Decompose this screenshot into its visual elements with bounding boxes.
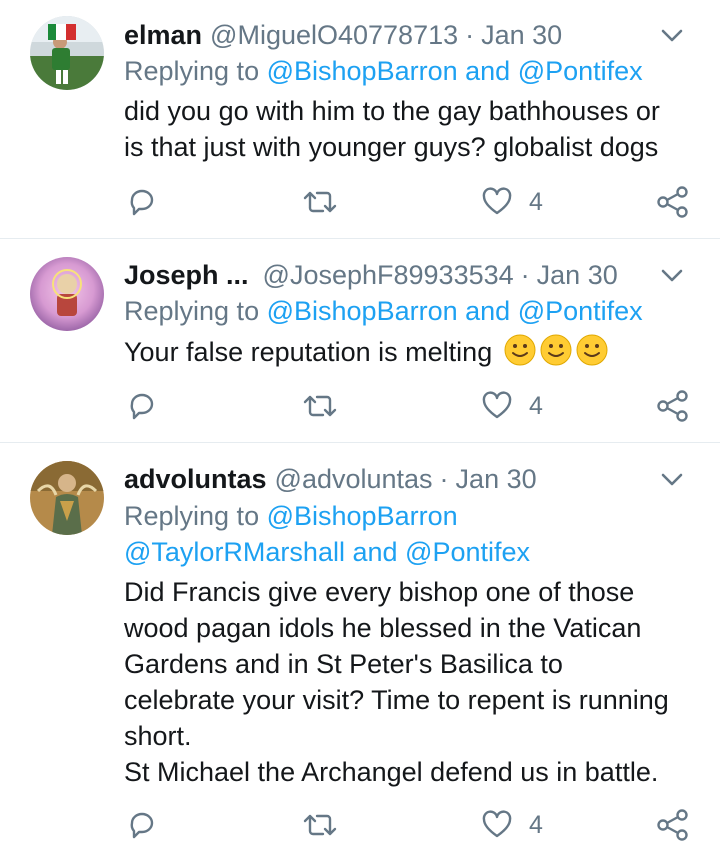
tweet-text-line: St Michael the Archangel defend us in ba…	[124, 757, 659, 787]
timestamp[interactable]: Jan 30	[537, 257, 618, 293]
replying-to-label: Replying to	[124, 296, 260, 326]
retweet-button[interactable]	[300, 805, 340, 845]
chevron-down-icon[interactable]	[654, 257, 690, 293]
share-icon	[654, 183, 692, 221]
like-button[interactable]: 4	[479, 805, 543, 845]
replying-to-label: Replying to	[124, 501, 260, 531]
reply-icon	[124, 184, 160, 220]
display-name[interactable]: Joseph ...	[124, 257, 249, 293]
mention-link[interactable]: @Pontifex	[405, 537, 530, 567]
mention-link[interactable]: @TaylorRMarshall	[124, 537, 345, 567]
tweet-text: did you go with him to the gay bathhouse…	[124, 93, 704, 165]
action-bar: 4	[124, 805, 694, 845]
mention-link[interactable]: @Pontifex	[518, 56, 643, 86]
retweet-icon	[300, 184, 340, 220]
mention-and: and	[344, 537, 406, 567]
display-name[interactable]: advoluntas	[124, 461, 267, 497]
tweet-header: Joseph ... @JosephF89933534 · Jan 30	[124, 257, 690, 293]
reply-icon	[124, 807, 160, 843]
timestamp[interactable]: Jan 30	[481, 17, 562, 53]
like-button[interactable]: 4	[479, 386, 543, 426]
like-count: 4	[529, 187, 543, 216]
chevron-down-icon[interactable]	[654, 461, 690, 497]
retweet-icon	[300, 807, 340, 843]
tweet-text-line: did you go with him to the gay bathhouse…	[124, 96, 660, 126]
tweet-text-line: wood pagan idols he blessed in the Vatic…	[124, 613, 642, 643]
share-icon	[654, 387, 692, 425]
retweet-icon	[300, 388, 340, 424]
tweet-text-line: Gardens and in St Peter's Basilica to	[124, 649, 563, 679]
tweet-header: advoluntas @advoluntas · Jan 30	[124, 461, 690, 497]
like-button[interactable]: 4	[479, 182, 543, 222]
like-count: 4	[529, 810, 543, 839]
action-bar: 4	[124, 386, 694, 426]
tweet-1[interactable]: elman @MiguelO40778713 · Jan 30 Replying…	[0, 0, 720, 238]
tweet-text-line: is that just with younger guys? globalis…	[124, 132, 659, 162]
replying-to: Replying to @BishopBarron and @Pontifex	[124, 53, 643, 89]
separator: ·	[439, 464, 449, 494]
slightly-smiling-face-icon	[576, 334, 608, 366]
reply-button[interactable]	[124, 386, 160, 426]
avatar[interactable]	[30, 461, 104, 535]
reply-button[interactable]	[124, 805, 160, 845]
heart-icon	[479, 388, 515, 424]
replying-to: Replying to @BishopBarron @TaylorRMarsha…	[124, 498, 530, 570]
tweet-text-line: celebrate your visit? Time to repent is …	[124, 685, 669, 715]
chevron-down-icon[interactable]	[654, 17, 690, 53]
share-button[interactable]	[654, 182, 692, 222]
share-icon	[654, 806, 692, 844]
tweet-text-line: Your false reputation is melting	[124, 337, 493, 367]
retweet-button[interactable]	[300, 386, 340, 426]
tweet-text: Your false reputation is melting	[124, 334, 704, 370]
mention-and: and	[457, 56, 518, 86]
replying-to-label: Replying to	[124, 56, 260, 86]
mention-link[interactable]: @BishopBarron	[267, 501, 458, 531]
timestamp[interactable]: Jan 30	[456, 461, 537, 497]
tweet-text-line: Did Francis give every bishop one of tho…	[124, 577, 635, 607]
slightly-smiling-face-icon	[540, 334, 572, 366]
tweet-2[interactable]: Joseph ... @JosephF89933534 · Jan 30 Rep…	[0, 239, 720, 442]
separator: ·	[465, 20, 475, 50]
retweet-button[interactable]	[300, 182, 340, 222]
heart-icon	[479, 184, 515, 220]
action-bar: 4	[124, 182, 694, 222]
replying-to: Replying to @BishopBarron and @Pontifex	[124, 293, 643, 329]
avatar[interactable]	[30, 257, 104, 331]
user-handle[interactable]: @MiguelO40778713	[210, 17, 458, 53]
share-button[interactable]	[654, 386, 692, 426]
user-handle[interactable]: @JosephF89933534	[263, 257, 514, 293]
mention-link[interactable]: @BishopBarron	[267, 296, 458, 326]
user-handle[interactable]: @advoluntas	[275, 461, 433, 497]
mention-link[interactable]: @BishopBarron	[267, 56, 458, 86]
separator: ·	[520, 260, 530, 290]
reply-button[interactable]	[124, 182, 160, 222]
tweet-header: elman @MiguelO40778713 · Jan 30	[124, 17, 690, 53]
mention-link[interactable]: @Pontifex	[518, 296, 643, 326]
tweet-text-line: short.	[124, 721, 192, 751]
share-button[interactable]	[654, 805, 692, 845]
heart-icon	[479, 807, 515, 843]
slightly-smiling-face-icon	[504, 334, 536, 366]
mention-and: and	[457, 296, 518, 326]
display-name[interactable]: elman	[124, 17, 202, 53]
tweet-text: Did Francis give every bishop one of tho…	[124, 574, 704, 790]
tweet-3[interactable]: advoluntas @advoluntas · Jan 30 Replying…	[0, 443, 720, 859]
reply-icon	[124, 388, 160, 424]
like-count: 4	[529, 391, 543, 420]
avatar[interactable]	[30, 16, 104, 90]
